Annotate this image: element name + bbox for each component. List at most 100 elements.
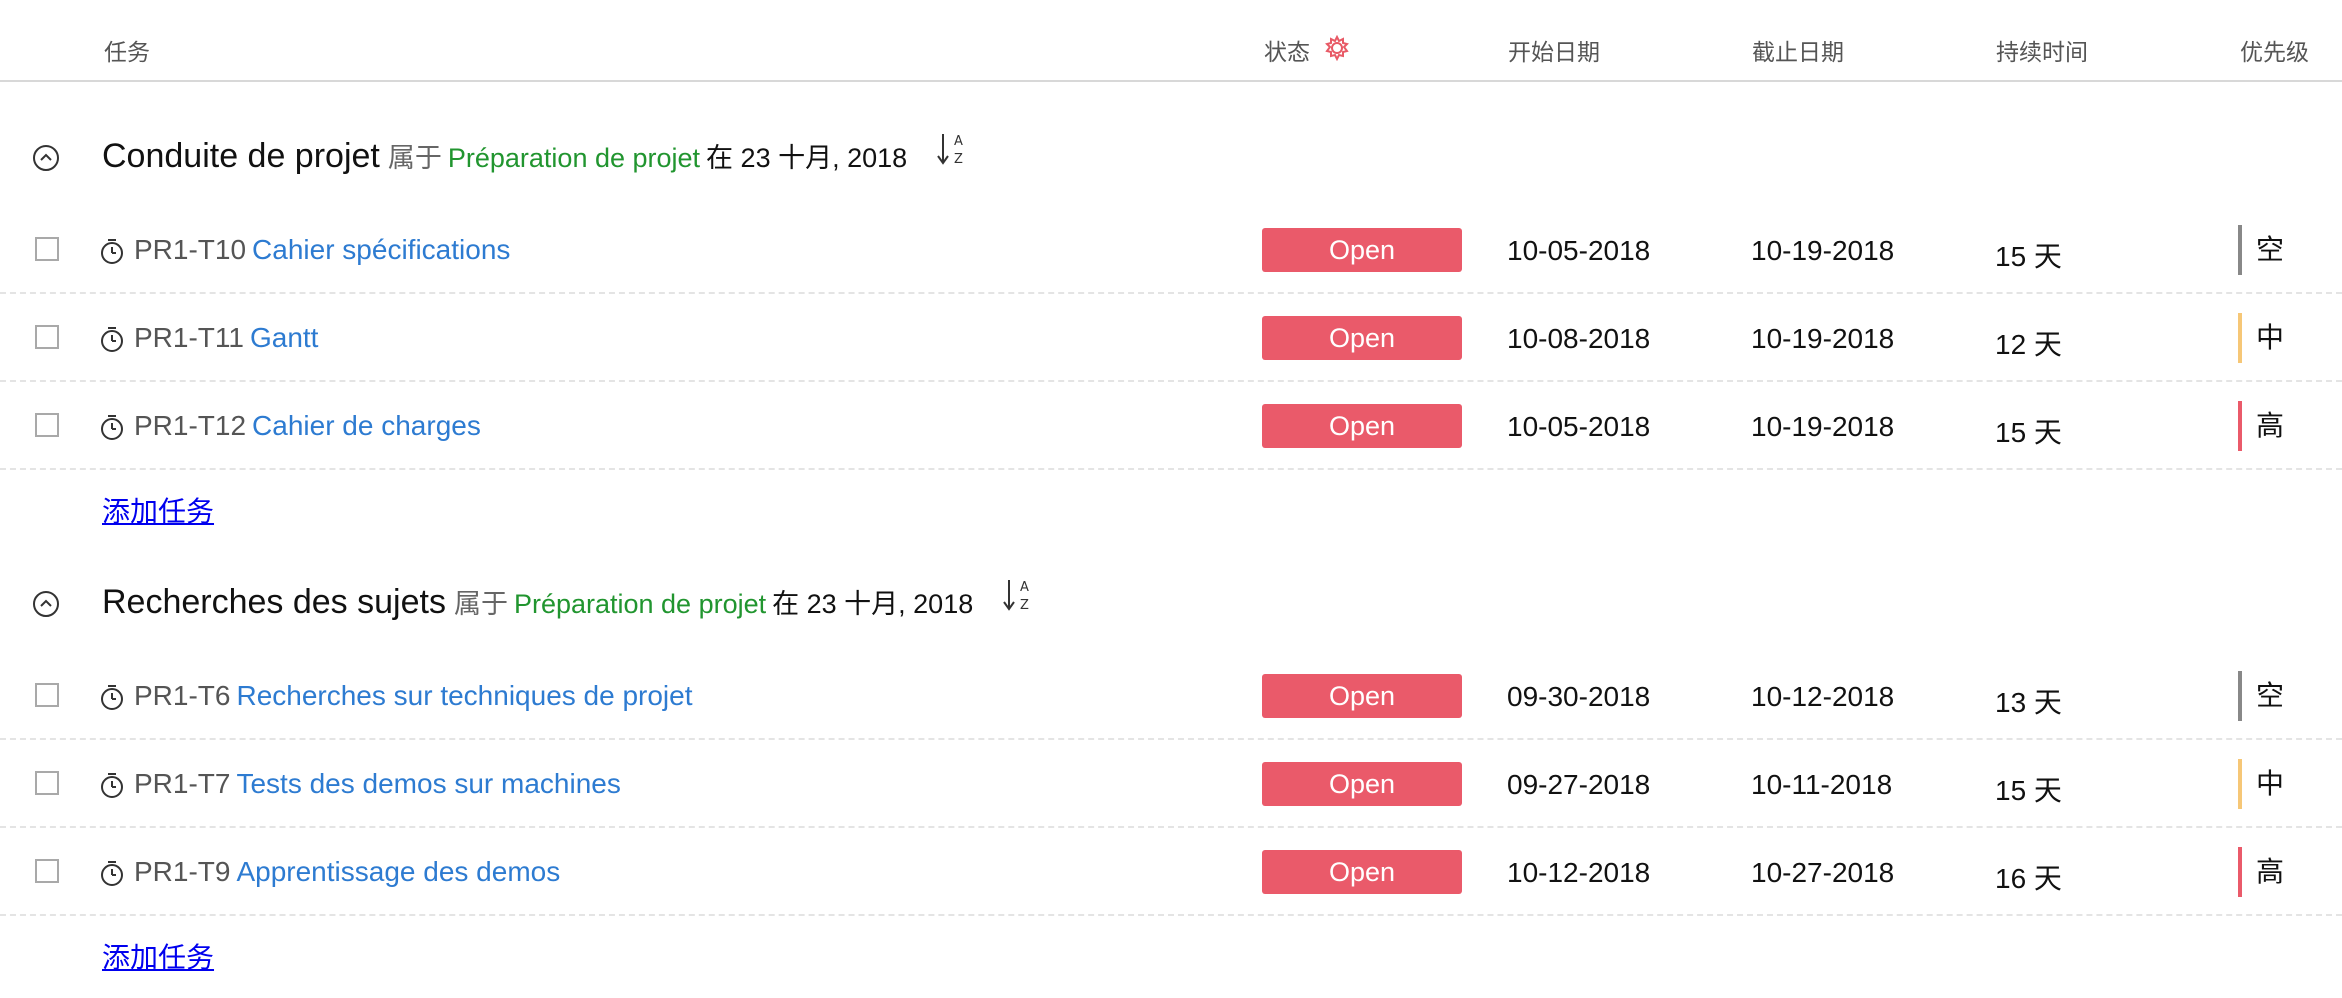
task-id: PR1-T10 [134,234,247,265]
task-id: PR1-T11 [134,322,244,353]
group-parent-link[interactable]: Préparation de projet [514,589,766,619]
due-date: 10-12-2018 [1751,681,1895,712]
status-badge[interactable]: Open [1262,850,1462,894]
task-name-link[interactable]: Recherches sur techniques de projet [236,680,692,711]
svg-text:Z: Z [1020,598,1029,613]
due-date: 10-19-2018 [1751,235,1895,266]
column-header-status: 状态 [1264,33,1350,67]
task-name-link[interactable]: Cahier spécifications [252,234,510,265]
group-title-line: Conduite de projet 属于 Préparation de proje… [102,133,969,177]
task-name-link[interactable]: Gantt [250,322,318,353]
table-row: PR1-T6 Recherches sur techniques de proje… [0,652,2342,740]
start-date: 10-05-2018 [1507,411,1651,442]
add-task-link[interactable]: 添加任务 [102,490,214,530]
task-name-link[interactable]: Tests des demos sur machines [236,768,620,799]
task-id: PR1-T7 [134,768,231,799]
column-header-priority: 优先级 [2240,39,2309,65]
due-date: 10-11-2018 [1751,769,1893,800]
table-header: 任务 状态 开始日期 截止日期 持续时间 优先级 [0,0,2342,82]
svg-text:A: A [1020,580,1029,595]
status-badge[interactable]: Open [1262,316,1462,360]
timer-icon[interactable] [99,413,125,441]
sort-az-icon[interactable]: AZ [1001,576,1035,623]
priority-label[interactable]: 高 [2238,401,2284,451]
group-title: Recherches des sujets [102,583,446,621]
status-badge[interactable]: Open [1262,762,1462,806]
task-id-line: PR1-T9 Apprentissage des demos [134,856,560,888]
group-title-line: Recherches des sujets 属于 Préparation de pr… [102,579,1035,623]
column-header-task: 任务 [104,39,150,65]
task-id-line: PR1-T12 Cahier de charges [134,410,481,442]
group-header: Recherches des sujets 属于 Préparation de pr… [0,552,2342,652]
start-date: 10-05-2018 [1507,235,1651,266]
collapse-icon[interactable] [32,144,60,172]
duration: 12 天 [1995,329,2062,360]
duration: 16 天 [1995,863,2062,894]
table-row: PR1-T12 Cahier de charges Open 10-05-2018… [0,382,2342,470]
table-row: PR1-T11 Gantt Open 10-08-2018 10-19-2018 … [0,294,2342,382]
task-checkbox[interactable] [35,413,59,437]
duration: 15 天 [1995,241,2062,272]
column-header-duration: 持续时间 [1996,39,2088,65]
timer-icon[interactable] [99,237,125,265]
task-group: Recherches des sujets 属于 Préparation de pr… [0,552,2342,998]
task-id-line: PR1-T11 Gantt [134,322,318,354]
task-id: PR1-T9 [134,856,231,887]
task-id: PR1-T6 [134,680,231,711]
column-header-start-date: 开始日期 [1508,39,1600,65]
status-badge[interactable]: Open [1262,228,1462,272]
column-header-status-label: 状态 [1264,39,1310,65]
collapse-icon[interactable] [32,590,60,618]
task-group: Conduite de projet 属于 Préparation de proje… [0,106,2342,552]
duration: 15 天 [1995,417,2062,448]
svg-text:Z: Z [954,152,963,167]
group-belongs-label: 属于 [387,143,442,173]
task-id: PR1-T12 [134,410,247,441]
table-row: PR1-T7 Tests des demos sur machines Open … [0,740,2342,828]
start-date: 09-30-2018 [1507,681,1651,712]
timer-icon[interactable] [99,683,125,711]
priority-label[interactable]: 高 [2238,847,2284,897]
start-date: 10-12-2018 [1507,857,1651,888]
due-date: 10-19-2018 [1751,411,1895,442]
due-date: 10-19-2018 [1751,323,1895,354]
group-title: Conduite de projet [102,137,380,175]
task-checkbox[interactable] [35,325,59,349]
status-badge[interactable]: Open [1262,674,1462,718]
group-date: 在 23 十月, 2018 [706,143,908,173]
status-badge[interactable]: Open [1262,404,1462,448]
task-checkbox[interactable] [35,683,59,707]
start-date: 10-08-2018 [1507,323,1651,354]
timer-icon[interactable] [99,859,125,887]
priority-label[interactable]: 中 [2238,759,2284,809]
add-task-link[interactable]: 添加任务 [102,936,214,976]
timer-icon[interactable] [99,325,125,353]
duration: 15 天 [1995,775,2062,806]
task-checkbox[interactable] [35,237,59,261]
add-task-row: 添加任务 [0,470,2342,552]
task-name-link[interactable]: Apprentissage des demos [236,856,560,887]
task-name-link[interactable]: Cahier de charges [252,410,481,441]
column-header-due-date: 截止日期 [1752,39,1844,65]
add-task-row: 添加任务 [0,916,2342,998]
svg-text:A: A [954,134,963,149]
priority-label[interactable]: 中 [2238,313,2284,363]
timer-icon[interactable] [99,771,125,799]
start-date: 09-27-2018 [1507,769,1651,800]
task-id-line: PR1-T7 Tests des demos sur machines [134,768,621,800]
priority-label[interactable]: 空 [2238,671,2284,721]
due-date: 10-27-2018 [1751,857,1895,888]
table-row: PR1-T10 Cahier spécifications Open 10-05-… [0,206,2342,294]
group-parent-link[interactable]: Préparation de projet [448,143,700,173]
task-id-line: PR1-T6 Recherches sur techniques de proje… [134,680,693,712]
task-checkbox[interactable] [35,771,59,795]
sort-az-icon[interactable]: AZ [935,130,969,177]
group-date: 在 23 十月, 2018 [772,589,974,619]
gear-icon[interactable] [1324,34,1350,67]
group-header: Conduite de projet 属于 Préparation de proje… [0,106,2342,206]
table-row: PR1-T9 Apprentissage des demos Open 10-12… [0,828,2342,916]
task-id-line: PR1-T10 Cahier spécifications [134,234,510,266]
duration: 13 天 [1995,687,2062,718]
priority-label[interactable]: 空 [2238,225,2284,275]
task-checkbox[interactable] [35,859,59,883]
